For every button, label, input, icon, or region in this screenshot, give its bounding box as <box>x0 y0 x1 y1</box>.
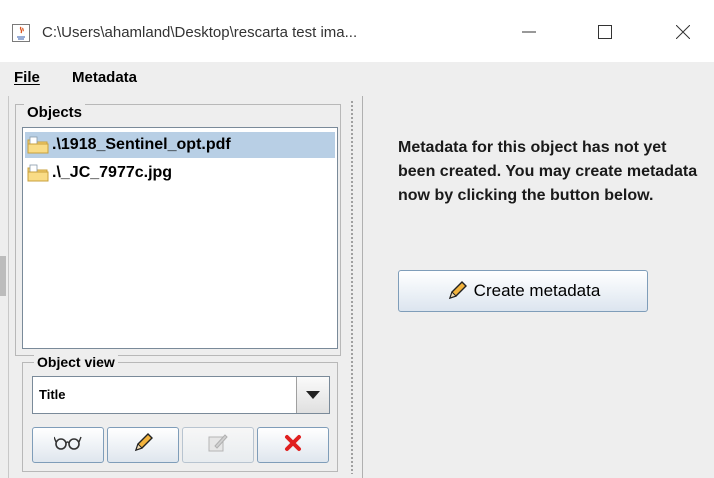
list-item[interactable]: .\_JC_7977c.jpg <box>25 160 335 186</box>
folder-icon <box>27 136 49 154</box>
menu-metadata[interactable]: Metadata <box>72 69 137 86</box>
metadata-message: Metadata for this object has not yet bee… <box>398 139 698 204</box>
pencil-icon <box>446 280 468 302</box>
close-button[interactable] <box>660 14 706 54</box>
menu-file[interactable]: File <box>14 69 40 86</box>
java-app-icon <box>12 24 30 42</box>
create-metadata-button[interactable]: Create metadata <box>398 270 648 312</box>
maximize-button[interactable] <box>582 14 628 54</box>
title-bar: C:\Users\ahamland\Desktop\rescarta test … <box>0 0 714 62</box>
list-item-label: .\1918_Sentinel_opt.pdf <box>52 136 231 153</box>
window-title: C:\Users\ahamland\Desktop\rescarta test … <box>42 24 358 41</box>
chevron-down-icon[interactable] <box>296 377 329 413</box>
object-view-legend: Object view <box>34 354 118 370</box>
view-button[interactable] <box>32 427 104 463</box>
edit-disabled-icon <box>207 432 229 459</box>
splitter-grip <box>350 100 354 474</box>
maximize-icon <box>598 24 612 44</box>
menu-file-label: File <box>14 69 40 86</box>
object-view-selected-value: Title <box>39 387 66 402</box>
create-metadata-label: Create metadata <box>473 281 601 300</box>
pencil-icon <box>132 432 154 459</box>
glasses-icon <box>53 435 82 456</box>
window-edge <box>0 256 6 296</box>
folder-icon <box>27 164 49 182</box>
panel-splitter[interactable] <box>342 96 362 478</box>
menu-metadata-label: Metadata <box>72 69 138 86</box>
list-item-label: .\_JC_7977c.jpg <box>52 164 173 181</box>
close-icon <box>675 24 691 44</box>
edit-button[interactable] <box>107 427 179 463</box>
minimize-icon <box>522 25 536 44</box>
list-item[interactable]: .\1918_Sentinel_opt.pdf <box>25 132 335 158</box>
menu-bar: File Metadata <box>0 62 714 92</box>
delete-icon <box>284 434 302 457</box>
object-view-select[interactable]: Title <box>32 376 330 414</box>
objects-legend: Objects <box>24 104 86 121</box>
objects-list[interactable]: .\1918_Sentinel_opt.pdf .\_JC_7977c.jpg <box>22 127 338 349</box>
edit-metadata-button[interactable] <box>182 427 254 463</box>
minimize-button[interactable] <box>506 14 552 54</box>
delete-button[interactable] <box>257 427 329 463</box>
